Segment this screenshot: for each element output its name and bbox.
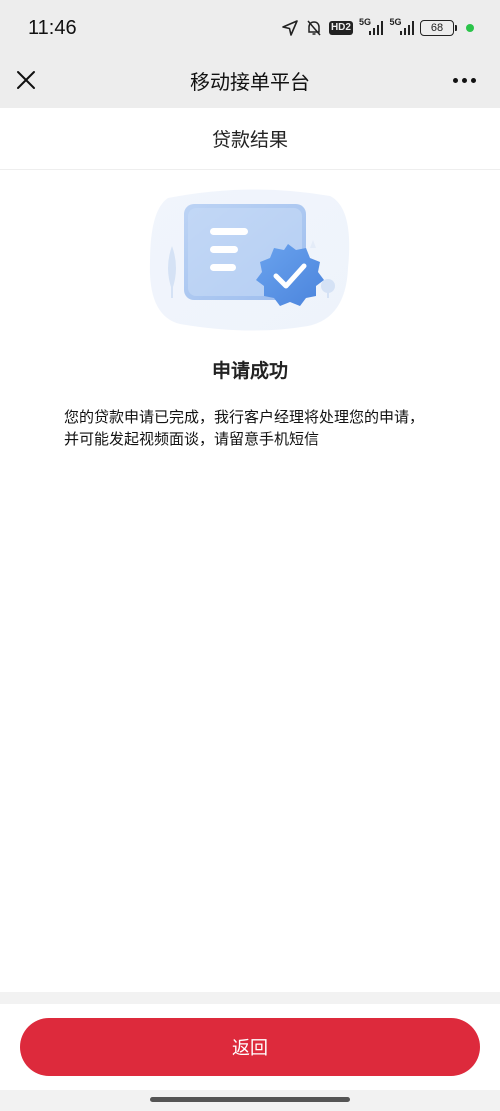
more-dots-icon[interactable] bbox=[448, 66, 480, 94]
hd-badge: HD2 bbox=[328, 21, 353, 35]
result-title: 申请成功 bbox=[211, 360, 288, 382]
status-bar: 11:46 HD2 5G 5G 68 bbox=[0, 0, 500, 56]
home-indicator[interactable] bbox=[150, 1097, 350, 1102]
bell-muted-icon bbox=[305, 19, 323, 37]
network-type-label-secondary: 5G bbox=[389, 17, 402, 27]
signal-icon-secondary: 5G bbox=[389, 17, 414, 35]
location-arrow-icon bbox=[281, 19, 299, 37]
document-checkmark-illustration bbox=[140, 188, 360, 338]
result-description: 您的贷款申请已完成，我行客户经理将处理您的申请，并可能发起视频面谈，请留意手机短… bbox=[64, 408, 425, 448]
status-time: 11:46 bbox=[28, 16, 77, 39]
privacy-indicator-dot bbox=[466, 24, 474, 32]
battery-icon: 68 bbox=[420, 20, 457, 36]
result-page: 贷款结果 申请成功 您的贷款申请已完成，我行客户经理将处理您的申请，并可能发起视… bbox=[0, 108, 500, 992]
page-header: 贷款结果 bbox=[0, 108, 500, 170]
status-icons: HD2 5G 5G 68 bbox=[281, 17, 474, 37]
nav-bar: 移动接单平台 bbox=[0, 56, 500, 108]
return-button[interactable]: 返回 bbox=[20, 1018, 480, 1076]
signal-icon: 5G bbox=[359, 17, 384, 35]
network-type-label: 5G bbox=[358, 17, 371, 27]
nav-title: 移动接单平台 bbox=[190, 70, 310, 94]
bottom-action-area: 返回 bbox=[0, 992, 500, 1090]
